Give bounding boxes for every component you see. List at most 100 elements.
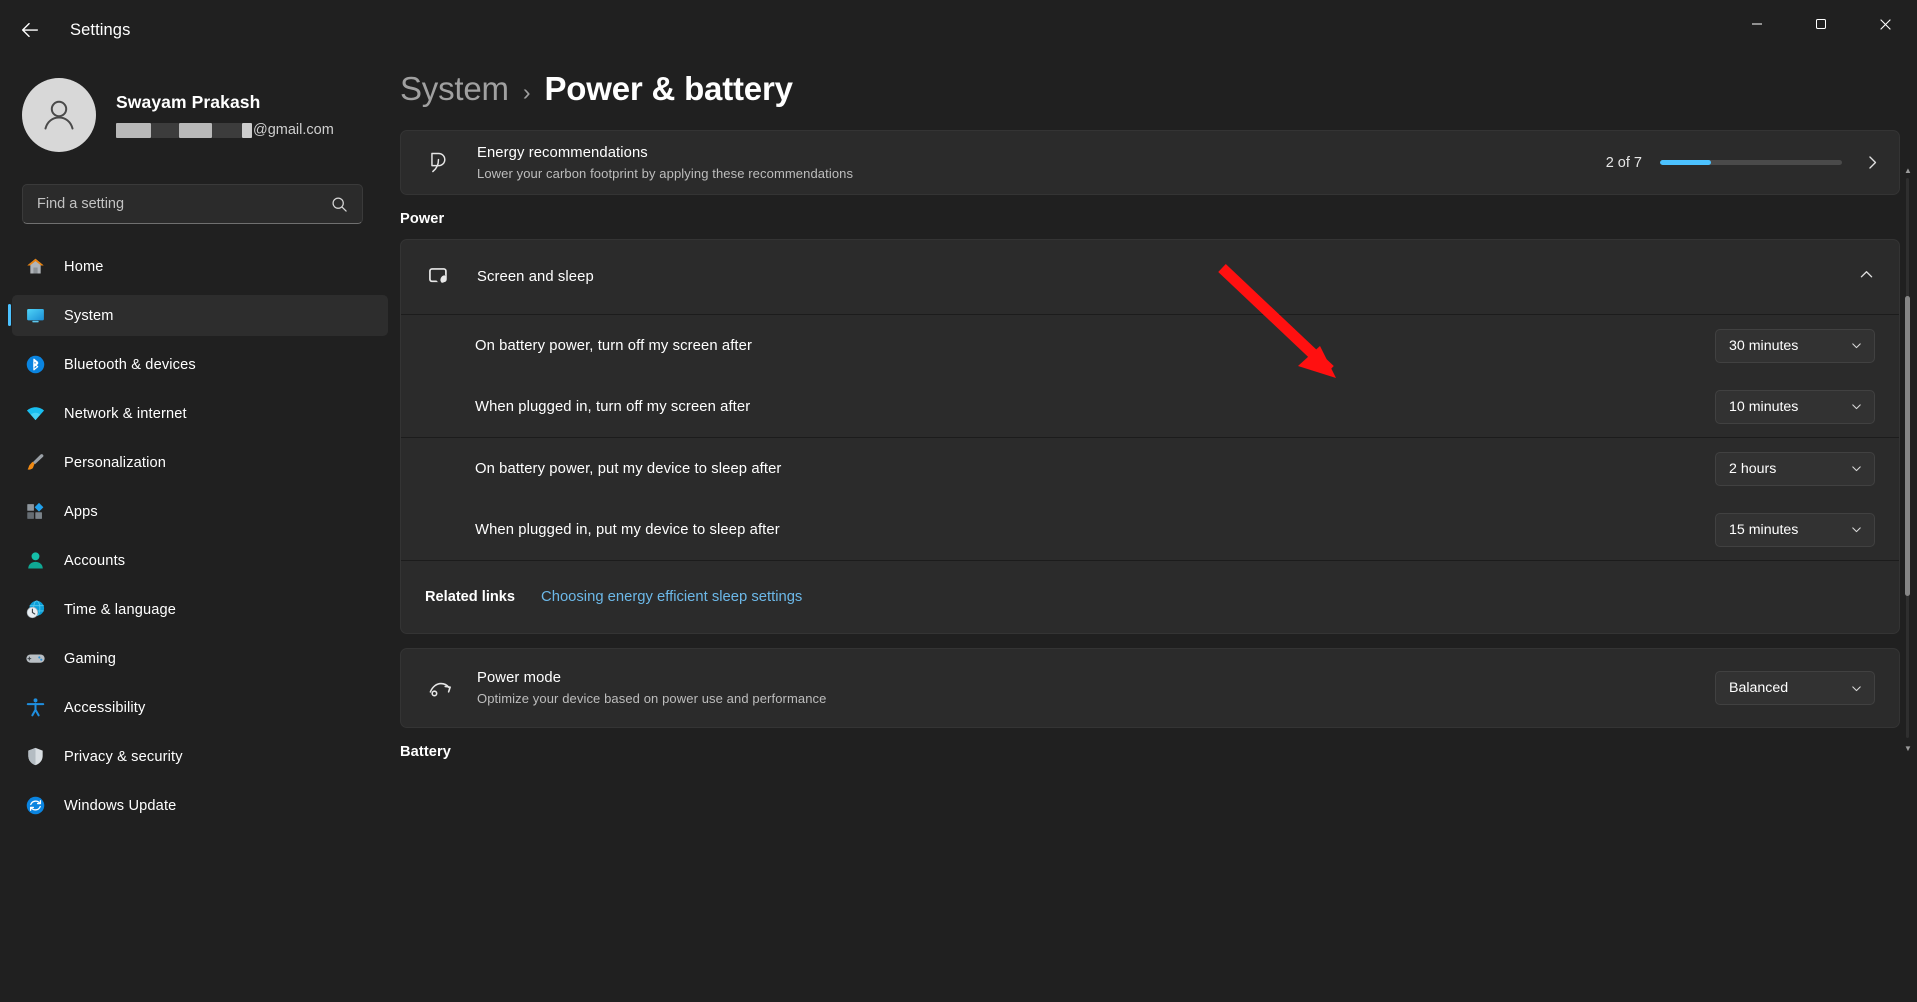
back-button[interactable] [8,8,52,52]
search-input[interactable] [23,196,303,212]
power-mode-subtitle: Optimize your device based on power use … [477,691,827,706]
sidebar-item-gaming[interactable]: Gaming [12,638,388,679]
breadcrumb-parent[interactable]: System [400,70,509,108]
page-title: Power & battery [544,70,793,107]
power-mode-dropdown[interactable]: Balanced [1715,671,1875,705]
profile-info: Swayam Prakash @gmail.com [116,92,334,138]
screen-off-battery-row: On battery power, turn off my screen aft… [401,315,1899,376]
sidebar-item-label: Bluetooth & devices [64,356,196,373]
sidebar-item-label: Accessibility [64,699,146,716]
chevron-down-icon [1852,343,1861,349]
scrollbar-down-arrow[interactable]: ▼ [1904,744,1912,753]
chevron-up-icon[interactable] [1858,266,1875,288]
sidebar-item-windows-update[interactable]: Windows Update [12,785,388,826]
energy-leaf-icon [425,149,455,176]
sleep-battery-value: 2 hours [1729,460,1777,477]
minimize-icon [1752,23,1762,25]
sidebar-item-network-internet[interactable]: Network & internet [12,393,388,434]
search-box[interactable] [22,184,363,224]
chevron-down-icon [1852,404,1861,410]
sidebar-item-privacy-security[interactable]: Privacy & security [12,736,388,777]
screen-and-sleep-card: Screen and sleep On battery power, turn … [400,239,1900,634]
power-mode-icon [425,675,455,702]
home-icon [24,256,46,278]
email-redaction-block [151,122,179,138]
power-mode-row: Power mode Optimize your device based on… [401,649,1899,727]
related-links-row: Related links Choosing energy efficient … [401,561,1899,633]
avatar [22,78,96,152]
energy-recommendations-text: Energy recommendations Lower your carbon… [477,145,1606,181]
sidebar: Swayam Prakash @gmail.com Find a setting… [0,60,400,1002]
chevron-down-icon [1852,466,1861,472]
energy-recommendations-card[interactable]: Energy recommendations Lower your carbon… [400,130,1900,195]
sidebar-item-home[interactable]: Home [12,246,388,287]
email-redaction-block [179,122,212,138]
scrollbar-up-arrow[interactable]: ▲ [1904,166,1912,175]
email-redaction-block [242,122,252,138]
sidebar-item-time-language[interactable]: Time & language [12,589,388,630]
energy-recommendations-progress: 2 of 7 [1606,154,1881,171]
settings-list: Energy recommendations Lower your carbon… [400,130,1900,1002]
screen-sleep-icon [425,264,455,291]
apps-icon [24,501,46,523]
window-title: Settings [70,20,131,39]
sleep-plugged-label: When plugged in, put my device to sleep … [475,521,780,538]
chevron-down-icon [1852,685,1861,691]
sidebar-item-bluetooth-devices[interactable]: Bluetooth & devices [12,344,388,385]
battery-section-heading: Battery [400,744,451,760]
user-profile[interactable]: Swayam Prakash @gmail.com [0,60,400,160]
sleep-battery-label: On battery power, put my device to sleep… [475,460,782,477]
update-icon [24,795,46,817]
accessibility-icon [24,697,46,719]
email-redaction-block [116,122,151,138]
sidebar-item-label: Windows Update [64,797,177,814]
bluetooth-icon [24,354,46,376]
sidebar-item-label: Network & internet [64,405,187,422]
power-mode-card: Power mode Optimize your device based on… [400,648,1900,728]
screen-off-battery-value: 30 minutes [1729,337,1799,354]
brush-icon [24,452,46,474]
shield-icon [24,746,46,768]
navigation-list: Home System Bluetooth & devices Network … [0,246,400,826]
sidebar-item-accounts[interactable]: Accounts [12,540,388,581]
screen-off-plugged-dropdown[interactable]: 10 minutes [1715,389,1875,424]
scrollbar-thumb[interactable] [1905,296,1910,596]
sidebar-item-personalization[interactable]: Personalization [12,442,388,483]
email-redaction-block [212,122,242,138]
profile-name: Swayam Prakash [116,92,261,112]
scrollbar[interactable]: ▲ ▼ [1903,166,1913,753]
accounts-icon [24,550,46,572]
title-bar: Settings [0,0,1917,60]
minimize-button[interactable] [1725,0,1789,48]
power-mode-value: Balanced [1729,680,1789,696]
sidebar-item-apps[interactable]: Apps [12,491,388,532]
email-domain: @gmail.com [253,122,334,138]
sidebar-item-label: Apps [64,503,98,520]
sleep-battery-dropdown[interactable]: 2 hours [1715,451,1875,486]
screen-off-plugged-row: When plugged in, turn off my screen afte… [401,376,1899,437]
screen-and-sleep-title-wrap: Screen and sleep [477,269,1858,285]
clock-globe-icon [24,599,46,621]
breadcrumb-separator: › [522,79,531,105]
sleep-plugged-value: 15 minutes [1729,521,1799,538]
screen-and-sleep-header[interactable]: Screen and sleep [401,240,1899,314]
energy-progress-bar [1660,160,1842,165]
chevron-right-icon[interactable] [1864,154,1881,171]
sidebar-item-accessibility[interactable]: Accessibility [12,687,388,728]
sidebar-item-label: Privacy & security [64,748,183,765]
maximize-icon [1816,19,1826,29]
sidebar-item-label: Home [64,258,104,275]
related-link-sleep-settings[interactable]: Choosing energy efficient sleep settings [541,589,802,605]
energy-recommendations-title: Energy recommendations [477,144,648,161]
energy-recommendations-subtitle: Lower your carbon footprint by applying … [477,165,854,181]
power-mode-text: Power mode Optimize your device based on… [477,670,1715,706]
sidebar-item-system[interactable]: System [8,295,388,336]
sidebar-item-label: System [64,307,114,324]
screen-off-plugged-value: 10 minutes [1729,398,1799,415]
sleep-plugged-dropdown[interactable]: 15 minutes [1715,512,1875,547]
maximize-button[interactable] [1789,0,1853,48]
close-button[interactable] [1853,0,1917,48]
screen-off-battery-dropdown[interactable]: 30 minutes [1715,328,1875,363]
sleep-battery-row: On battery power, put my device to sleep… [401,438,1899,499]
settings-window: Settings Swayam Prakash @gmail.com Find … [0,0,1917,1002]
